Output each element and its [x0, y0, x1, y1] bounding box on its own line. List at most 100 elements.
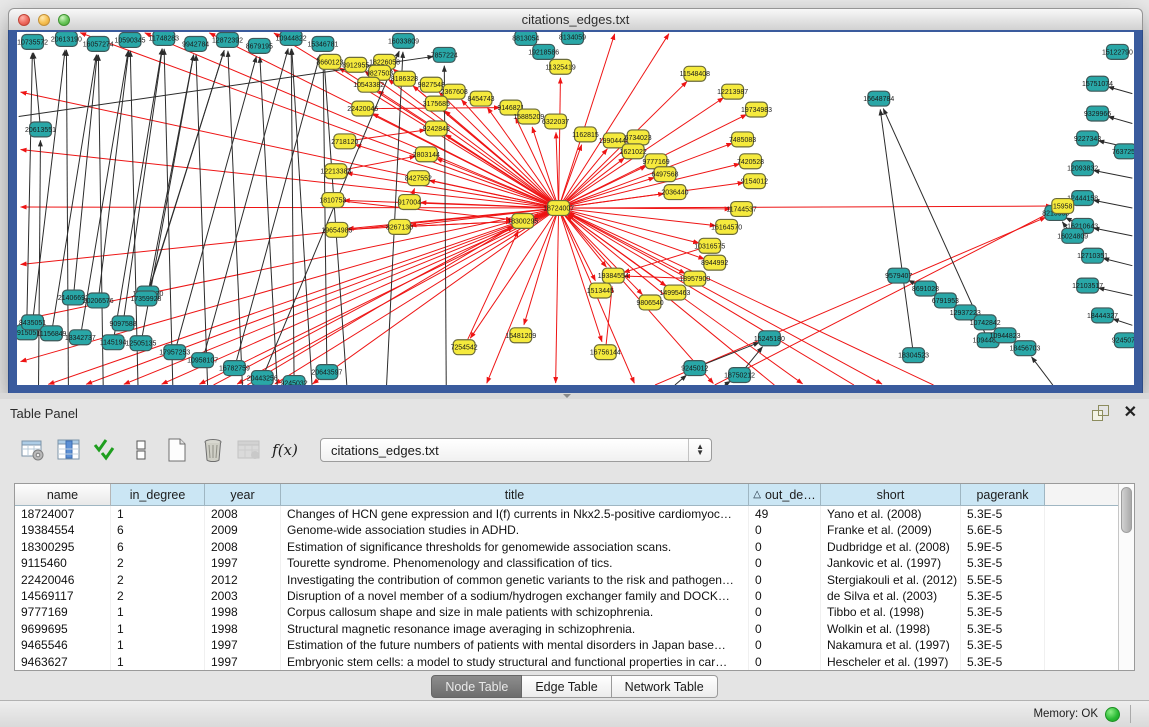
node-label: 15885209	[513, 114, 544, 121]
node-label: 11156849	[37, 331, 67, 338]
cell-name: 9463627	[15, 654, 111, 670]
node-label: 9242848	[423, 126, 450, 133]
cell-name: 9699695	[15, 621, 111, 637]
column-header-filler	[1045, 484, 1118, 506]
cell-title: Estimation of significance thresholds fo…	[281, 539, 749, 555]
node-label: 16057274	[83, 41, 114, 48]
cell-pagerank: 5.3E-5	[961, 654, 1045, 670]
node-label: 8427552	[405, 176, 432, 183]
node-label: 19654985	[321, 227, 352, 234]
node-label: 12213383	[320, 169, 351, 176]
table-selector-dropdown[interactable]: citations_edges.txt ▲▼	[320, 438, 712, 462]
table-row[interactable]: 1830029562008Estimation of significance …	[15, 539, 1118, 555]
delete-icon[interactable]	[198, 435, 228, 465]
selected-edge	[568, 213, 933, 385]
table-scrollbar[interactable]	[1118, 484, 1134, 670]
node-label: 1621022	[620, 149, 647, 156]
new-document-icon[interactable]	[162, 435, 192, 465]
node-label: 8435051	[19, 320, 46, 327]
node-label: 917004	[398, 200, 421, 207]
node-label: 6791953	[932, 298, 959, 305]
column-header-out_degree[interactable]: △out_de…	[749, 484, 821, 506]
table-row[interactable]: 969969511998Structural magnetic resonanc…	[15, 621, 1118, 637]
cell-pagerank: 5.3E-5	[961, 588, 1045, 604]
node-label: 20206576	[83, 298, 114, 305]
table-row[interactable]: 1872400712008Changes of HCN gene express…	[15, 506, 1118, 522]
table-row[interactable]: 977716911998Corpus callosum shape and si…	[15, 604, 1118, 620]
cell-year: 2009	[205, 522, 281, 538]
node-label: 15958	[1053, 204, 1072, 211]
cell-short: Wolkin et al. (1998)	[821, 621, 961, 637]
tab-network-table[interactable]: Network Table	[612, 675, 718, 698]
float-panel-icon[interactable]	[1092, 405, 1110, 421]
column-header-year[interactable]: year	[205, 484, 281, 506]
cell-out_degree: 0	[749, 604, 821, 620]
function-builder-icon[interactable]: f(x)	[270, 435, 300, 465]
edge	[34, 53, 41, 130]
cell-year: 1997	[205, 654, 281, 670]
table-row[interactable]: 911546021997Tourette syndrome. Phenomeno…	[15, 555, 1118, 571]
node-label: 10958107	[187, 358, 218, 365]
table-row[interactable]: 1456911722003Disruption of a novel membe…	[15, 588, 1118, 604]
scrollbar-thumb[interactable]	[1121, 487, 1132, 533]
table-row[interactable]: 946554611997Estimation of the future num…	[15, 637, 1118, 653]
node-label: 11548408	[680, 71, 711, 78]
table-row[interactable]: 2242004622012Investigating the contribut…	[15, 572, 1118, 588]
clear-selection-icon[interactable]	[126, 435, 156, 465]
node-label: 8813054	[512, 35, 539, 42]
cell-year: 1997	[205, 555, 281, 571]
network-window-titlebar[interactable]: citations_edges.txt	[8, 8, 1143, 32]
node-label: 19218586	[528, 49, 559, 56]
node-label: 16756144	[590, 350, 621, 357]
column-header-name[interactable]: name	[15, 484, 111, 506]
node-label: 18750212	[724, 373, 755, 380]
node-label: 1513445	[587, 288, 614, 295]
table-row[interactable]: 1938455462009Genome-wide association stu…	[15, 522, 1118, 538]
status-bar: Memory: OK	[0, 700, 1149, 727]
selected-edge	[559, 178, 655, 208]
cell-name: 18300295	[15, 539, 111, 555]
node-label: 9245032	[281, 380, 308, 385]
table-panel-title: Table Panel	[10, 406, 78, 421]
cell-year: 1997	[205, 637, 281, 653]
delete-table-icon	[234, 435, 264, 465]
show-column-icon[interactable]	[54, 435, 84, 465]
node-table-grid[interactable]: namein_degreeyeartitle△out_de…shortpager…	[15, 484, 1118, 670]
network-canvas[interactable]: 1073557220613190160572741059034511748283…	[17, 32, 1134, 385]
tab-node-table[interactable]: Node Table	[431, 675, 522, 698]
edge	[1093, 170, 1132, 178]
memory-ok-icon[interactable]	[1105, 707, 1120, 722]
cell-pagerank: 5.3E-5	[961, 604, 1045, 620]
cell-out_degree: 0	[749, 637, 821, 653]
selected-edge	[247, 227, 513, 385]
table-panel-header: Table Panel ✕	[0, 399, 1149, 427]
selected-edge	[715, 211, 1053, 385]
tab-edge-table[interactable]: Edge Table	[522, 675, 611, 698]
node-label: 10543382	[353, 82, 384, 89]
table-body: 1872400712008Changes of HCN gene express…	[15, 506, 1118, 670]
column-header-pagerank[interactable]: pagerank	[961, 484, 1045, 506]
table-settings-icon[interactable]	[18, 435, 48, 465]
column-header-in_degree[interactable]: in_degree	[111, 484, 205, 506]
close-panel-icon[interactable]: ✕	[1124, 405, 1137, 421]
node-label: 7485083	[729, 137, 756, 144]
network-view-border: 1073557220613190160572741059034511748283…	[8, 30, 1143, 393]
node-label: 12103517	[1072, 283, 1103, 290]
column-header-title[interactable]: title	[281, 484, 749, 506]
node-label: 9579407	[885, 273, 912, 280]
selected-edge	[355, 145, 558, 208]
column-header-short[interactable]: short	[821, 484, 961, 506]
cell-year: 2008	[205, 539, 281, 555]
node-label: 18304523	[898, 353, 929, 360]
table-row[interactable]: 946362711997Embryonic stem cells: a mode…	[15, 654, 1118, 670]
cell-name: 22420046	[15, 572, 111, 588]
edge	[291, 49, 294, 383]
node-label: 8691028	[912, 286, 939, 293]
divider-handle-icon[interactable]	[563, 394, 571, 398]
select-all-icon[interactable]	[90, 435, 120, 465]
node-label: 6497568	[651, 172, 678, 179]
edge	[1098, 288, 1132, 296]
cell-name: 14569117	[15, 588, 111, 604]
node-label: 1162815	[572, 132, 599, 139]
cell-title: Genome-wide association studies in ADHD.	[281, 522, 749, 538]
